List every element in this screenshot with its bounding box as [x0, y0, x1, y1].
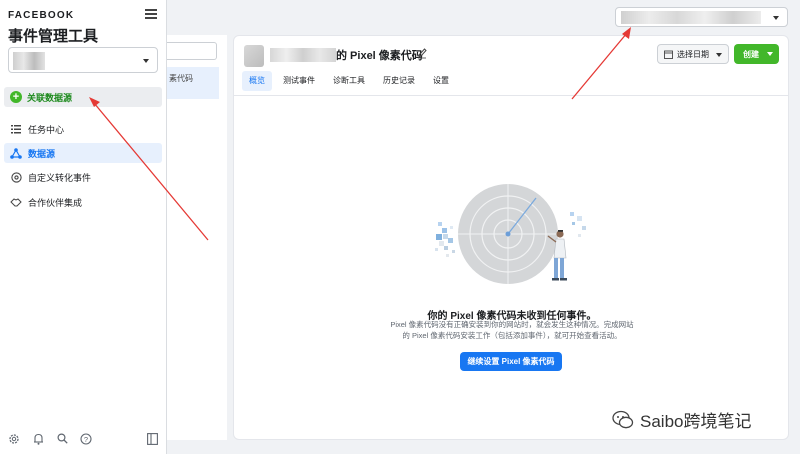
- tab-diagnostics[interactable]: 诊断工具: [326, 71, 372, 91]
- radar-illustration: [435, 184, 586, 284]
- list-icon: [10, 123, 22, 135]
- business-account-select[interactable]: [8, 47, 158, 73]
- pixel-overview-card: 的 Pixel 像素代码 选择日期 创建 概览 测试事件 诊断工具 历史记录 设…: [233, 35, 789, 440]
- pencil-icon[interactable]: [417, 47, 427, 59]
- redacted-account-name: [621, 11, 761, 24]
- sidebar-item-label: 任务中心: [28, 124, 65, 135]
- date-picker-label: 选择日期: [677, 49, 709, 59]
- settings-icon[interactable]: [8, 433, 20, 445]
- sidebar-item-data-sources[interactable]: 数据源: [4, 143, 162, 163]
- notifications-icon[interactable]: [32, 433, 44, 445]
- chevron-down-icon: [716, 53, 722, 57]
- chevron-down-icon: [773, 16, 779, 20]
- empty-state-description-line: 的 Pixel 像素代码安装工作（包括添加事件），就可开始查看活动。: [402, 331, 622, 340]
- data-source-search-input[interactable]: [167, 42, 217, 60]
- connect-data-source-button[interactable]: + 关联数据源: [4, 87, 162, 107]
- sidebar-item-label: 数据源: [28, 148, 56, 159]
- pixel-avatar: [244, 45, 264, 67]
- sidebar-footer: ?: [8, 432, 158, 446]
- sidebar-item-partner-integrations[interactable]: 合作伙伴集成: [4, 192, 162, 212]
- create-button[interactable]: 创建: [734, 44, 779, 64]
- chevron-down-icon: [767, 52, 773, 56]
- top-account-select[interactable]: [615, 7, 788, 27]
- svg-text:?: ?: [84, 435, 88, 444]
- sidebar-item-label: 自定义转化事件: [28, 172, 92, 183]
- calendar-icon: [664, 50, 673, 59]
- tab-settings[interactable]: 设置: [426, 71, 456, 91]
- handshake-icon: [10, 196, 22, 208]
- menu-icon[interactable]: [145, 9, 157, 19]
- pixel-tabs: 概览 测试事件 诊断工具 历史记录 设置: [242, 71, 460, 91]
- data-sources-icon: [10, 147, 22, 159]
- pixel-title: 的 Pixel 像素代码: [336, 50, 423, 62]
- empty-state-description: Pixel 像素代码没有正确安装到你的网站时，就会发生这种情况。完成网站 的 P…: [374, 319, 650, 341]
- connect-data-source-label: 关联数据源: [27, 92, 73, 103]
- plus-icon: +: [10, 91, 22, 103]
- tab-test-events[interactable]: 测试事件: [276, 71, 322, 91]
- create-button-label: 创建: [743, 49, 759, 59]
- chevron-down-icon: [143, 59, 149, 63]
- data-source-list-item-label: 素代码: [169, 74, 193, 83]
- custom-conversion-icon: [10, 171, 22, 183]
- app-title: 事件管理工具: [8, 28, 99, 45]
- tab-history[interactable]: 历史记录: [376, 71, 422, 91]
- empty-state-description-line: Pixel 像素代码没有正确安装到你的网站时，就会发生这种情况。完成网站: [390, 320, 634, 329]
- sidebar: FACEBOOK 事件管理工具 + 关联数据源 任务中心 数据源 自定义转化事件…: [0, 0, 167, 454]
- redacted-account-name: [13, 52, 45, 70]
- data-source-list-panel: 素代码: [167, 35, 227, 440]
- panel-icon[interactable]: [146, 433, 158, 445]
- watermark-text: Saibo跨境笔记: [640, 412, 752, 431]
- search-icon[interactable]: [56, 433, 68, 445]
- continue-pixel-setup-button[interactable]: 继续设置 Pixel 像素代码: [460, 352, 562, 371]
- sidebar-item-label: 合作伙伴集成: [28, 197, 83, 208]
- help-icon[interactable]: ?: [80, 433, 92, 445]
- tab-divider: [234, 95, 788, 96]
- sidebar-item-custom-conversions[interactable]: 自定义转化事件: [4, 167, 162, 187]
- sidebar-item-tasks[interactable]: 任务中心: [4, 119, 162, 139]
- data-source-list-item[interactable]: 素代码: [167, 67, 219, 99]
- tab-overview[interactable]: 概览: [242, 71, 272, 91]
- facebook-brand: FACEBOOK: [8, 10, 75, 21]
- wechat-icon: [612, 410, 634, 428]
- redacted-pixel-name: [270, 48, 336, 62]
- watermark: Saibo跨境笔记: [612, 407, 751, 432]
- date-picker-button[interactable]: 选择日期: [657, 44, 729, 64]
